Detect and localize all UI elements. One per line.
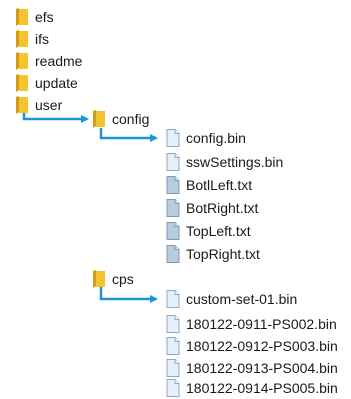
file-label: 180122-0911-PS002.bin [186,316,337,332]
folder-label: efs [35,9,54,25]
file-ps002-bin[interactable]: 180122-0911-PS002.bin [166,313,337,335]
file-label: 180122-0912-PS003.bin [186,338,338,354]
folder-update[interactable]: update [16,72,78,94]
file-label: BotRight.txt [186,200,259,216]
text-file-icon [166,176,180,194]
file-icon [166,379,180,397]
folder-user[interactable]: user [16,94,62,116]
file-label: TopRight.txt [186,246,260,262]
file-icon [166,315,180,333]
file-label: config.bin [186,130,246,146]
file-botright-txt[interactable]: BotRight.txt [166,197,258,219]
file-icon [166,290,180,308]
folder-label: update [35,75,78,91]
file-label: sswSettings.bin [186,154,284,170]
text-file-icon [166,199,180,217]
file-label: TopLeft.txt [186,223,251,239]
folder-label: user [35,97,63,113]
text-file-icon [166,245,180,263]
file-topleft-txt[interactable]: TopLeft.txt [166,220,251,242]
file-icon [166,337,180,355]
file-ps003-bin[interactable]: 180122-0912-PS003.bin [166,335,338,357]
folder-efs[interactable]: efs [16,6,54,28]
folder-icon [93,110,105,128]
text-file-icon [166,222,180,240]
file-icon [166,129,180,147]
folder-cps[interactable]: cps [93,268,134,290]
file-ps004-bin[interactable]: 180122-0913-PS004.bin [166,357,338,379]
folder-icon [16,30,28,48]
folder-label: cps [112,271,134,287]
file-botlleft-txt[interactable]: BotlLeft.txt [166,174,252,196]
folder-icon [16,52,28,70]
file-label: custom-set-01.bin [186,291,298,307]
file-custom-set-01-bin[interactable]: custom-set-01.bin [166,288,297,310]
folder-icon [93,270,105,288]
file-topright-txt[interactable]: TopRight.txt [166,243,260,265]
file-label: 180122-0913-PS004.bin [186,360,338,376]
folder-icon [16,96,28,114]
file-label: BotlLeft.txt [186,177,253,193]
file-label: 180122-0914-PS005.bin [186,380,338,396]
folder-ifs[interactable]: ifs [16,28,49,50]
folder-label: ifs [35,31,49,47]
folder-label: config [112,111,150,127]
file-ps005-bin[interactable]: 180122-0914-PS005.bin [166,377,338,399]
folder-readme[interactable]: readme [16,50,82,72]
folder-config[interactable]: config [93,108,149,130]
file-icon [166,359,180,377]
folder-icon [16,74,28,92]
file-icon [166,153,180,171]
folder-label: readme [35,53,83,69]
file-config-bin[interactable]: config.bin [166,127,246,149]
file-sswsettings-bin[interactable]: sswSettings.bin [166,151,283,173]
folder-icon [16,8,28,26]
